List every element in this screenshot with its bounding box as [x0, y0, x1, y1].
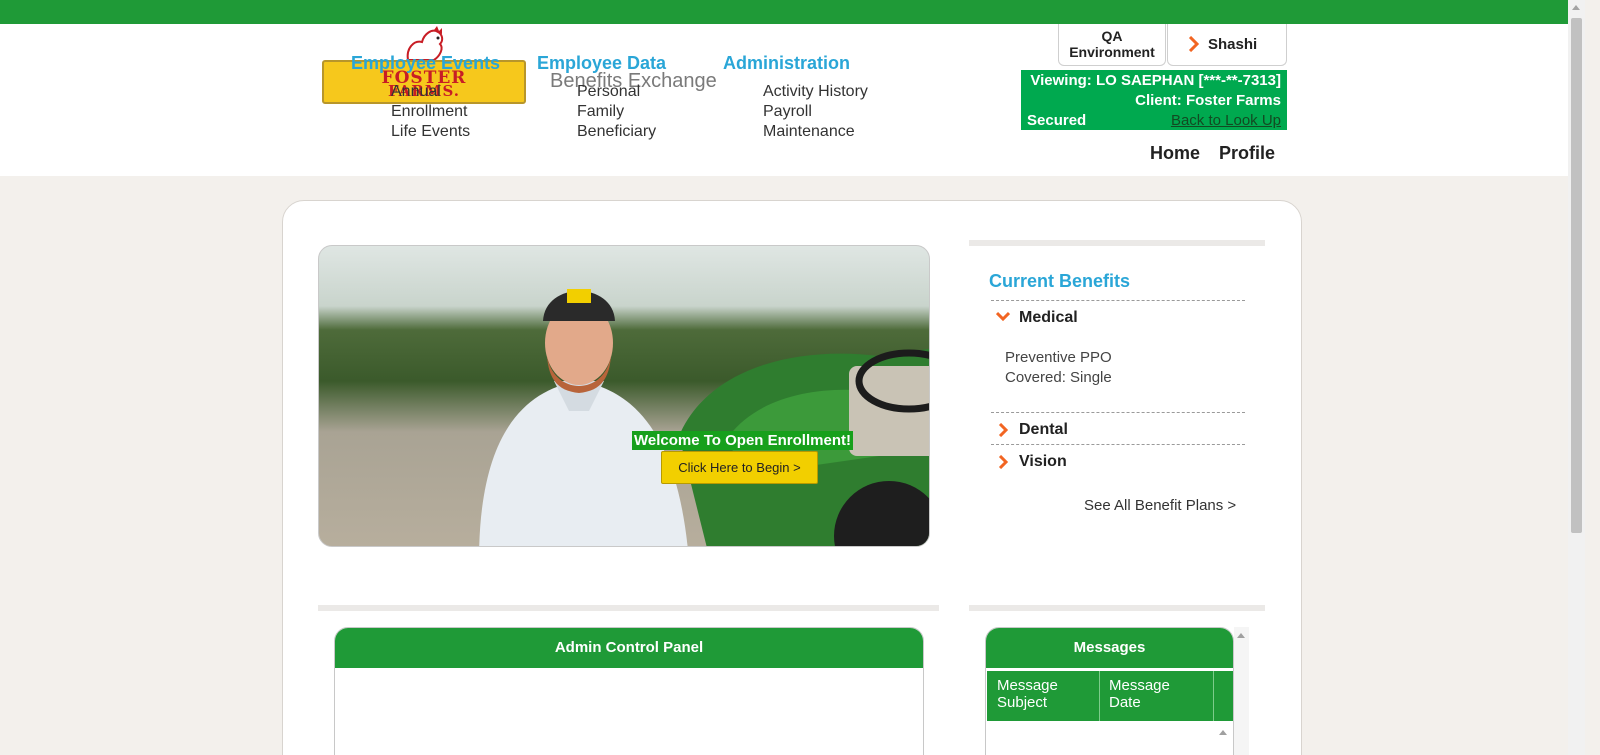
user-menu-button[interactable]: Shashi: [1167, 24, 1287, 66]
environment-badge: QA Environment: [1058, 24, 1166, 66]
column-separator: [1213, 671, 1214, 721]
administration-list: Activity History Payroll Maintenance: [763, 82, 868, 142]
link-personal[interactable]: Personal: [577, 82, 656, 102]
secured-label: Secured: [1027, 112, 1087, 129]
employee-events-heading: Employee Events: [351, 53, 501, 73]
hero-banner-image: [318, 245, 930, 547]
messages-table-header: Message Subject Message Date: [987, 671, 1233, 721]
divider: [991, 300, 1245, 301]
begin-enrollment-button[interactable]: Click Here to Begin >: [661, 451, 818, 484]
divider: [969, 605, 1265, 611]
page-scrollbar[interactable]: [1568, 0, 1585, 755]
divider: [969, 240, 1265, 246]
current-benefits-title: Current Benefits: [989, 271, 1131, 291]
column-message-date[interactable]: Message Date: [1109, 677, 1170, 711]
viewing-banner: Viewing: LO SAEPHAN [***-**-7313] Client…: [1021, 70, 1287, 130]
employee-data-list: Personal Family Beneficiary: [577, 82, 656, 142]
column-message-subject[interactable]: Message Subject: [997, 677, 1058, 711]
environment-line1: QA: [1101, 28, 1123, 44]
scroll-up-arrow-icon[interactable]: [1572, 5, 1580, 10]
link-life-events[interactable]: Life Events: [391, 122, 470, 142]
link-family[interactable]: Family: [577, 102, 656, 122]
employee-events-list: Annual Enrollment Life Events: [391, 82, 470, 142]
chevron-right-icon[interactable]: [996, 423, 1010, 437]
divider: [991, 412, 1245, 413]
nav-home[interactable]: Home: [1150, 143, 1200, 164]
see-all-benefit-plans-link[interactable]: See All Benefit Plans >: [1084, 497, 1236, 514]
messages-scrollbar[interactable]: [1234, 627, 1249, 755]
benefit-medical[interactable]: Medical: [1019, 309, 1078, 327]
viewing-client: Client: Foster Farms: [1135, 92, 1281, 109]
viewing-employee: Viewing: LO SAEPHAN [***-**-7313]: [1030, 72, 1281, 89]
messages-panel: Messages Message Subject Message Date: [985, 627, 1234, 755]
environment-line2: Environment: [1069, 44, 1155, 60]
administration-heading: Administration: [723, 53, 851, 73]
scroll-up-arrow-icon[interactable]: [1237, 633, 1245, 638]
link-beneficiary[interactable]: Beneficiary: [577, 122, 656, 142]
medical-coverage: Covered: Single: [1005, 369, 1112, 386]
medical-plan-details: Preventive PPO Covered: Single: [1005, 348, 1112, 388]
welcome-heading: Welcome To Open Enrollment!: [632, 431, 853, 450]
top-accent-bar: [0, 0, 1568, 24]
chevron-right-icon[interactable]: [996, 455, 1010, 469]
medical-plan-name: Preventive PPO: [1005, 349, 1112, 366]
farmer-graphic: [479, 289, 688, 546]
chevron-right-icon: [1188, 36, 1200, 52]
messages-title: Messages: [986, 628, 1233, 668]
chevron-down-icon[interactable]: [996, 309, 1010, 323]
page-scrollbar-thumb[interactable]: [1571, 18, 1582, 533]
nav-profile[interactable]: Profile: [1219, 143, 1275, 164]
benefit-dental[interactable]: Dental: [1019, 421, 1068, 439]
benefit-vision[interactable]: Vision: [1019, 453, 1067, 471]
back-to-lookup-link[interactable]: Back to Look Up: [1171, 111, 1281, 131]
employee-data-heading: Employee Data: [537, 53, 667, 73]
link-payroll[interactable]: Payroll: [763, 102, 868, 122]
link-activity-history[interactable]: Activity History: [763, 82, 868, 102]
table-scroll-up-arrow-icon[interactable]: [1219, 730, 1227, 735]
admin-control-panel-title: Admin Control Panel: [335, 628, 923, 668]
link-maintenance[interactable]: Maintenance: [763, 122, 868, 142]
divider: [318, 605, 939, 611]
divider: [991, 444, 1245, 445]
link-annual-enrollment[interactable]: Annual Enrollment: [391, 82, 470, 122]
user-name: Shashi: [1208, 36, 1258, 53]
admin-control-panel: Admin Control Panel: [334, 627, 924, 755]
column-separator: [1099, 671, 1100, 721]
